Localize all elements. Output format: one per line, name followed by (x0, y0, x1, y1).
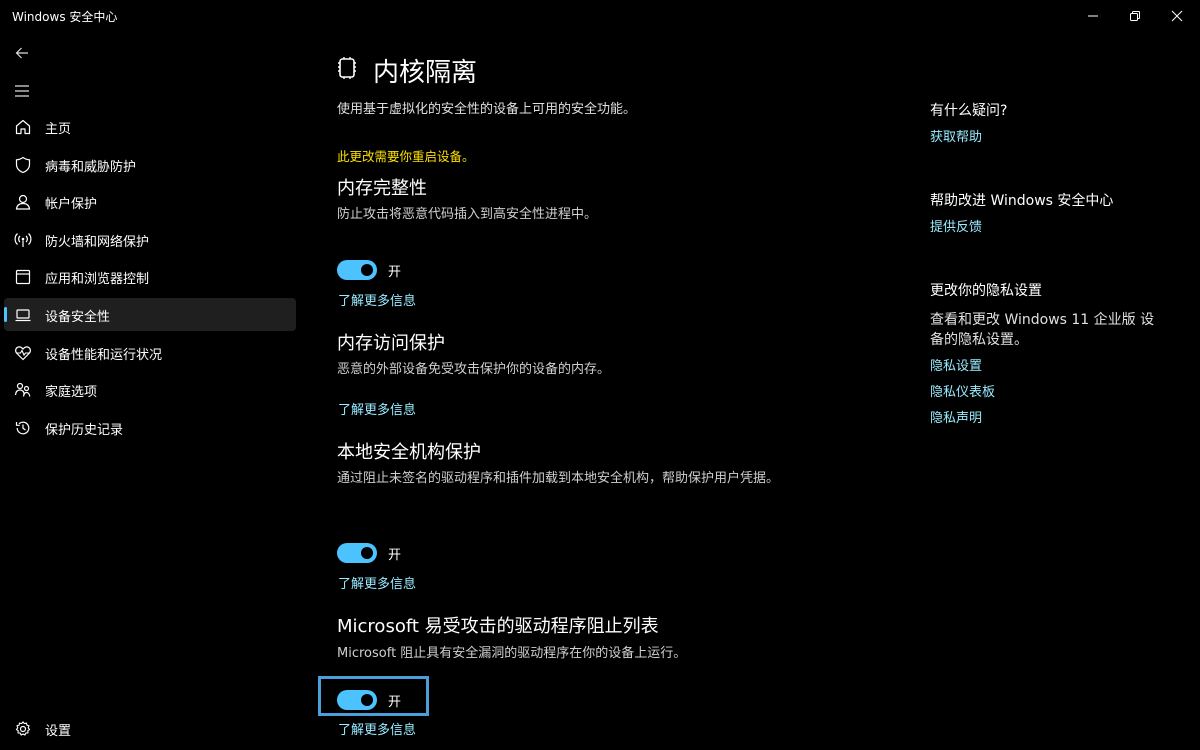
sidebar-nav: 主页 病毒和威胁防护 帐户保护 防火墙和网络保护 应用和浏览器控制 设备安全性 … (4, 110, 296, 448)
history-icon (15, 421, 30, 435)
shield-icon (15, 156, 31, 173)
toggle-state-label: 开 (388, 547, 402, 563)
gear-icon (15, 721, 31, 736)
person-icon (15, 195, 31, 210)
privacy-statement-link[interactable]: 隐私声明 (930, 407, 982, 426)
page-title: 内核隔离 (373, 58, 478, 88)
memory-integrity-learn-more-link[interactable]: 了解更多信息 (338, 290, 416, 309)
question-heading: 有什么疑问? (930, 103, 1008, 119)
sidebar-item-device-security[interactable]: 设备安全性 (4, 297, 296, 331)
heart-pulse-icon (15, 345, 31, 360)
memory-access-protection-description: 恶意的外部设备免受攻击保护你的设备的内存。 (337, 362, 611, 377)
get-help-link[interactable]: 获取帮助 (930, 126, 982, 145)
feedback-link[interactable]: 提供反馈 (930, 216, 982, 235)
privacy-settings-link[interactable]: 隐私设置 (930, 355, 982, 374)
home-icon (15, 119, 31, 135)
sidebar-item-app-browser-control[interactable]: 应用和浏览器控制 (4, 260, 296, 293)
focus-highlight-box (318, 676, 429, 716)
back-button[interactable] (8, 40, 36, 66)
memory-integrity-toggle[interactable] (337, 260, 377, 280)
lsa-protection-toggle[interactable] (337, 543, 377, 563)
sidebar-item-label: 病毒和威胁防护 (45, 159, 137, 175)
main-content: 内核隔离 使用基于虚拟化的安全性的设备上可用的安全功能。 此更改需要你重启设备。… (337, 0, 807, 750)
sidebar-item-device-performance[interactable]: 设备性能和运行状况 (4, 336, 296, 369)
back-arrow-icon (15, 47, 28, 59)
toggle-state-label: 开 (388, 264, 402, 280)
sidebar-item-home[interactable]: 主页 (4, 110, 296, 143)
hamburger-menu-icon (15, 85, 29, 97)
memory-integrity-toggle-row: 开 (337, 258, 401, 282)
privacy-dashboard-link[interactable]: 隐私仪表板 (930, 381, 995, 400)
page-description: 使用基于虚拟化的安全性的设备上可用的安全功能。 (337, 102, 637, 117)
app-title: Windows 安全中心 (12, 10, 118, 24)
sidebar-item-settings[interactable]: 设置 (4, 712, 296, 745)
lsa-protection-title: 本地安全机构保护 (337, 442, 481, 463)
memory-integrity-description: 防止攻击将恶意代码插入到高安全性进程中。 (337, 207, 598, 222)
driver-blocklist-learn-more-link[interactable]: 了解更多信息 (338, 719, 416, 738)
chip-icon (338, 57, 356, 79)
right-rail: 有什么疑问? 获取帮助 帮助改进 Windows 安全中心 提供反馈 更改你的隐… (930, 0, 1190, 750)
memory-access-protection-learn-more-link[interactable]: 了解更多信息 (338, 399, 416, 418)
sidebar-item-label: 主页 (45, 122, 72, 137)
sidebar-item-label: 帐户保护 (45, 197, 98, 213)
sidebar-item-label: 设备安全性 (45, 309, 111, 325)
sidebar-item-virus-protection[interactable]: 病毒和威胁防护 (4, 148, 296, 181)
sidebar-item-label: 应用和浏览器控制 (45, 272, 150, 288)
sidebar-item-protection-history[interactable]: 保护历史记录 (4, 411, 296, 444)
lsa-protection-toggle-row: 开 (337, 541, 401, 565)
privacy-heading: 更改你的隐私设置 (930, 283, 1042, 299)
memory-access-protection-title: 内存访问保护 (337, 333, 445, 354)
sidebar-item-label: 保护历史记录 (45, 422, 124, 438)
sidebar-item-label: 防火墙和网络保护 (45, 234, 150, 250)
lsa-protection-description: 通过阻止未签名的驱动程序和插件加载到本地安全机构，帮助保护用户凭据。 (337, 471, 780, 486)
wifi-antenna-icon (14, 232, 32, 247)
app-window-icon (15, 270, 31, 285)
hamburger-menu-button[interactable] (8, 78, 36, 104)
memory-integrity-title: 内存完整性 (337, 178, 427, 199)
sidebar-item-label: 设备性能和运行状况 (45, 347, 163, 363)
improve-heading: 帮助改进 Windows 安全中心 (930, 193, 1114, 209)
driver-blocklist-description: Microsoft 阻止具有安全漏洞的驱动程序在你的设备上运行。 (337, 646, 687, 661)
sidebar-item-label: 家庭选项 (45, 385, 98, 401)
restart-warning: 此更改需要你重启设备。 (337, 149, 475, 164)
lsa-protection-learn-more-link[interactable]: 了解更多信息 (338, 573, 416, 592)
sidebar-item-family-options[interactable]: 家庭选项 (4, 373, 296, 406)
sidebar-item-account-protection[interactable]: 帐户保护 (4, 185, 296, 218)
family-icon (14, 383, 31, 397)
privacy-description: 查看和更改 Windows 11 企业版 设备的隐私设置。 (930, 312, 1155, 348)
driver-blocklist-title: Microsoft 易受攻击的驱动程序阻止列表 (337, 616, 659, 637)
settings-label: 设置 (45, 724, 72, 739)
laptop-icon (15, 309, 31, 322)
sidebar-item-firewall[interactable]: 防火墙和网络保护 (4, 223, 296, 256)
